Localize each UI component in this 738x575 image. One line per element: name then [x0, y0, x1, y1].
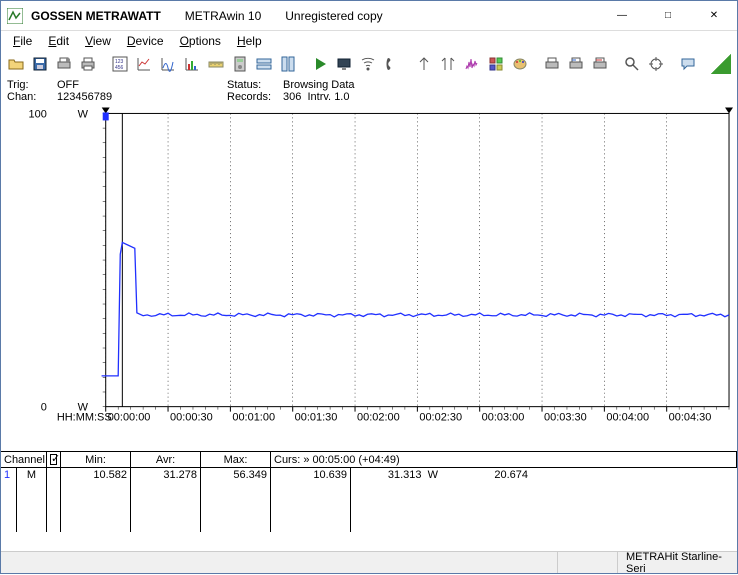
- save-icon[interactable]: [29, 53, 51, 75]
- menu-options[interactable]: Options: [172, 32, 229, 50]
- chan-value: 123456789: [57, 91, 112, 103]
- chart-yt-icon[interactable]: [157, 53, 179, 75]
- intrv-label: Intrv.: [307, 91, 331, 103]
- row-v2: 31.313: [388, 469, 422, 481]
- toolbar: 123456: [1, 51, 737, 77]
- open-icon[interactable]: [5, 53, 27, 75]
- minimize-button[interactable]: —: [599, 1, 645, 31]
- th-avr: Avr:: [131, 452, 201, 467]
- svg-text:00:03:30: 00:03:30: [544, 412, 587, 424]
- th-channel: Channel:: [1, 452, 47, 467]
- chan-label: Chan:: [7, 91, 57, 103]
- print-icon[interactable]: [77, 53, 99, 75]
- crosshair-icon[interactable]: [645, 53, 667, 75]
- menu-device[interactable]: Device: [119, 32, 172, 50]
- row-min: 10.582: [61, 468, 131, 532]
- printer2-icon[interactable]: [565, 53, 587, 75]
- svg-text:W: W: [78, 108, 89, 120]
- chat-icon[interactable]: [677, 53, 699, 75]
- ruler-icon[interactable]: [205, 53, 227, 75]
- play-icon[interactable]: [309, 53, 331, 75]
- table-row: 1 M 10.582 31.278 56.349 10.639 31.313 W…: [1, 468, 737, 532]
- app-icon: [7, 8, 23, 24]
- svg-text:HH:MM:SS: HH:MM:SS: [57, 412, 112, 424]
- intrv-value: 1.0: [334, 91, 349, 103]
- chart-area[interactable]: 00:00:00 00:00:30 00:01:00 00:01:30 00:02:00…: [1, 105, 737, 451]
- print-setup-icon[interactable]: [53, 53, 75, 75]
- multimeter-icon[interactable]: [229, 53, 251, 75]
- status-label: Status:: [227, 79, 283, 91]
- zoom-icon[interactable]: [621, 53, 643, 75]
- row-v3: 20.674: [441, 468, 531, 532]
- title-app: METRAwin 10: [185, 9, 261, 23]
- row-idx: 1: [1, 468, 17, 532]
- maximize-button[interactable]: □: [645, 1, 691, 31]
- svg-text:0: 0: [41, 402, 47, 414]
- toolbar-wedge-icon: [711, 54, 731, 74]
- row-v2u: W: [428, 469, 438, 481]
- svg-text:00:04:00: 00:04:00: [606, 412, 649, 424]
- svg-text:00:01:00: 00:01:00: [232, 412, 275, 424]
- row-unit: M: [17, 468, 47, 532]
- svg-text:00:02:00: 00:02:00: [357, 412, 400, 424]
- status-seg-1: [557, 552, 617, 573]
- arrange-h-icon[interactable]: [253, 53, 275, 75]
- title-status: Unregistered copy: [285, 9, 382, 23]
- statusbar: METRAHit Starline-Seri: [1, 551, 737, 573]
- menu-file[interactable]: File: [5, 32, 40, 50]
- phone-icon[interactable]: [381, 53, 403, 75]
- svg-text:00:03:00: 00:03:00: [482, 412, 525, 424]
- row-max: 56.349: [201, 468, 271, 532]
- palette-icon[interactable]: [509, 53, 531, 75]
- svg-text:456: 456: [115, 65, 124, 71]
- menubar: File Edit View Device Options Help: [1, 31, 737, 51]
- spectrum-icon[interactable]: [461, 53, 483, 75]
- svg-text:00:00:30: 00:00:30: [170, 412, 213, 424]
- svg-text:00:00:00: 00:00:00: [108, 412, 151, 424]
- records-value: 306: [283, 91, 301, 103]
- row-v1: 10.639: [271, 468, 351, 532]
- svg-text:100: 100: [29, 108, 47, 120]
- menu-edit[interactable]: Edit: [40, 32, 77, 50]
- cursor2-icon[interactable]: [437, 53, 459, 75]
- chart-bars-icon[interactable]: [181, 53, 203, 75]
- th-curs: Curs: » 00:05:00 (+04:49): [271, 452, 737, 467]
- infobar: Trig:OFF Chan:123456789 Status:Browsing …: [1, 77, 737, 105]
- trig-value: OFF: [57, 79, 79, 91]
- printer3-icon[interactable]: [589, 53, 611, 75]
- monitor-icon[interactable]: [333, 53, 355, 75]
- th-max: Max:: [201, 452, 271, 467]
- status-value: Browsing Data: [283, 79, 355, 91]
- chart-svg: 00:00:00 00:00:30 00:01:00 00:01:30 00:02:00…: [1, 105, 737, 451]
- table-header: Channel: Min: Avr: Max: Curs: » 00:05:00…: [1, 452, 737, 468]
- signal-icon[interactable]: [357, 53, 379, 75]
- svg-text:00:04:30: 00:04:30: [669, 412, 712, 424]
- arrange-v-icon[interactable]: [277, 53, 299, 75]
- printer1-icon[interactable]: [541, 53, 563, 75]
- status-device: METRAHit Starline-Seri: [617, 552, 737, 573]
- window-controls: — □ ✕: [599, 1, 737, 31]
- trig-label: Trig:: [7, 79, 57, 91]
- menu-help[interactable]: Help: [229, 32, 270, 50]
- cursor1-icon[interactable]: [413, 53, 435, 75]
- titlebar: GOSSEN METRAWATT METRAwin 10 Unregistere…: [1, 1, 737, 31]
- blocks-icon[interactable]: [485, 53, 507, 75]
- svg-text:00:02:30: 00:02:30: [419, 412, 462, 424]
- data-table: Channel: Min: Avr: Max: Curs: » 00:05:00…: [1, 451, 737, 531]
- stats-icon[interactable]: 123456: [109, 53, 131, 75]
- channel-checkbox[interactable]: [50, 454, 57, 465]
- records-label: Records:: [227, 91, 283, 103]
- title-vendor: GOSSEN METRAWATT: [31, 9, 161, 23]
- chart-xy-icon[interactable]: [133, 53, 155, 75]
- row-avr: 31.278: [131, 468, 201, 532]
- menu-view[interactable]: View: [77, 32, 119, 50]
- svg-text:00:01:30: 00:01:30: [295, 412, 338, 424]
- th-min: Min:: [61, 452, 131, 467]
- close-button[interactable]: ✕: [691, 1, 737, 31]
